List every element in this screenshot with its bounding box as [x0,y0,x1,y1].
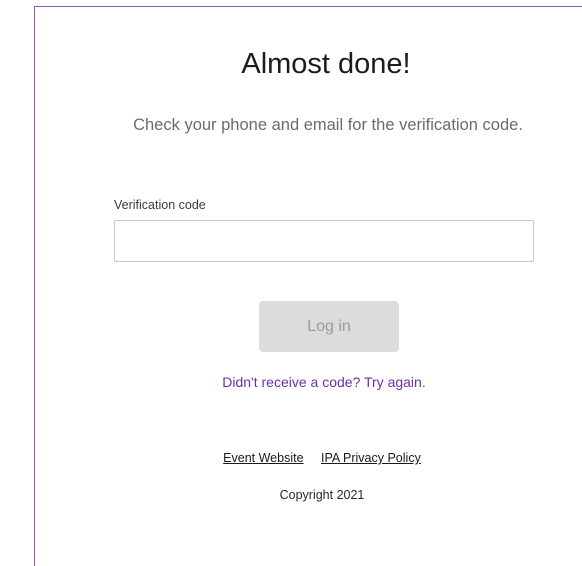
verification-card: Almost done! Check your phone and email … [0,0,582,566]
login-button[interactable]: Log in [259,301,399,352]
resend-code-link[interactable]: Didn't receive a code? Try again. [0,374,582,390]
privacy-policy-link[interactable]: IPA Privacy Policy [321,451,421,465]
verification-code-label: Verification code [114,198,206,212]
event-website-link[interactable]: Event Website [223,451,303,465]
footer-links: Event Website IPA Privacy Policy [0,451,582,465]
verification-code-input[interactable] [114,220,534,262]
instructions-text: Check your phone and email for the verif… [133,116,523,134]
page-title: Almost done! [241,48,411,80]
copyright-text: Copyright 2021 [279,488,365,502]
card-frame [34,6,582,566]
